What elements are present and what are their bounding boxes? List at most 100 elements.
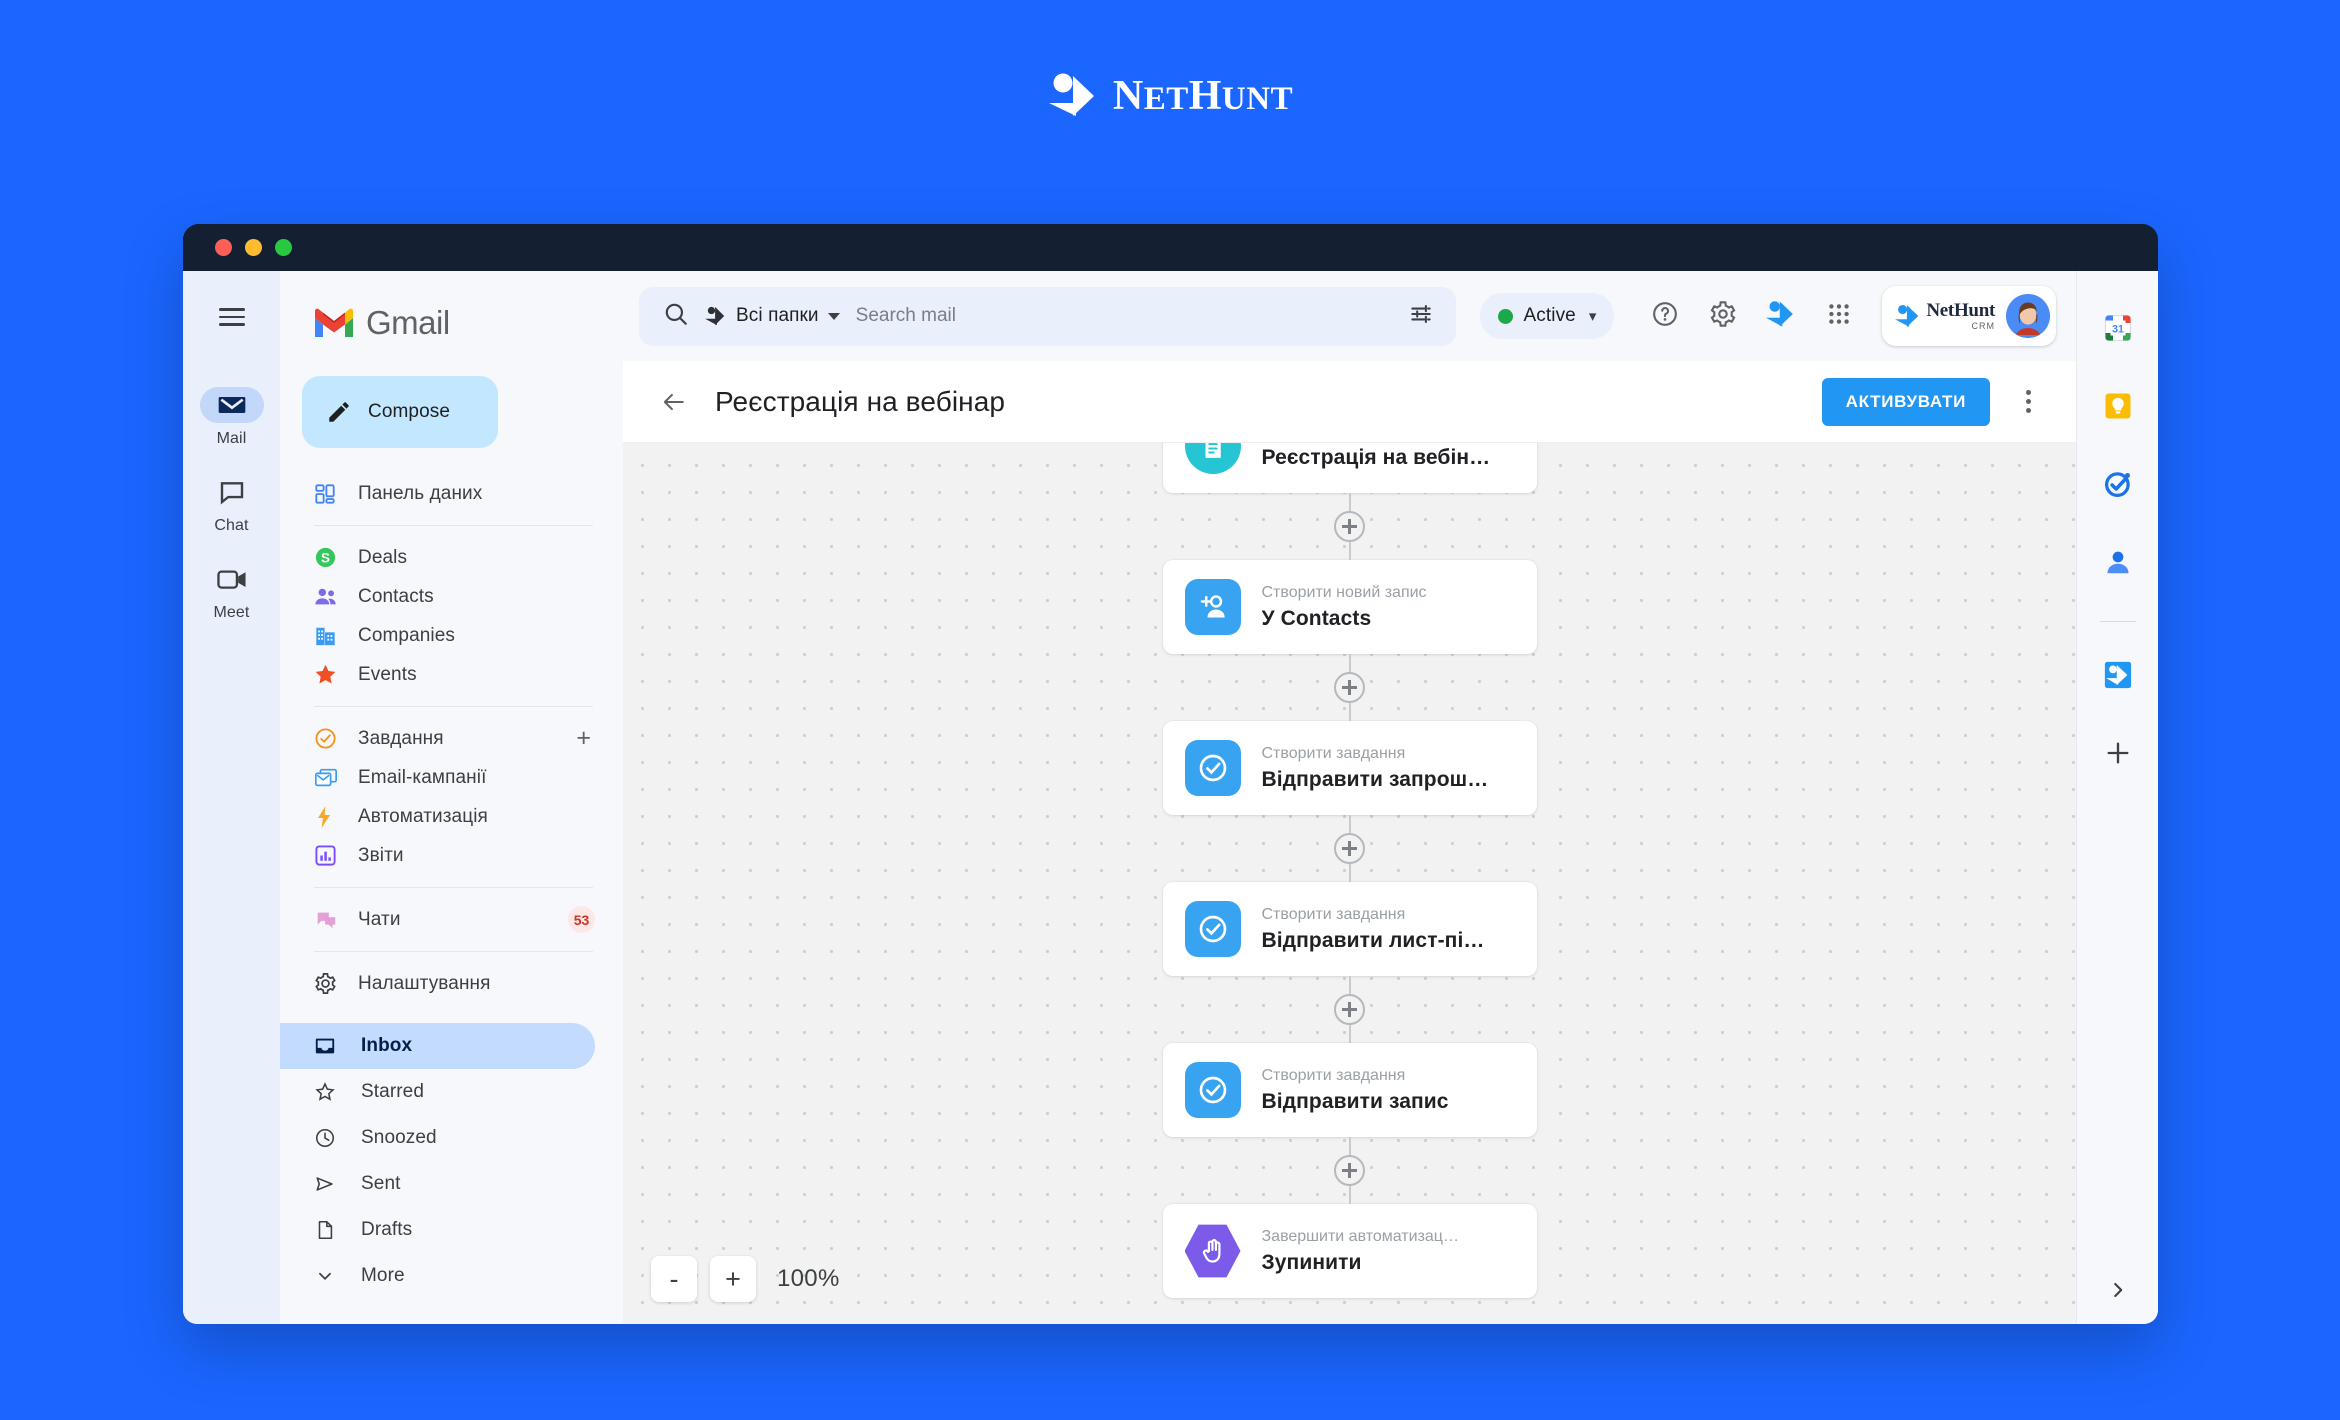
add-step-button[interactable] xyxy=(1334,833,1365,864)
zoom-out-button[interactable]: - xyxy=(651,1256,697,1302)
sidebar-label-tasks: Завдання xyxy=(358,727,444,749)
account-brand-sub: CRM xyxy=(1971,321,1995,331)
sidebar-item-email-campaigns[interactable]: Email-кампанії xyxy=(280,758,607,797)
sidebar-item-settings[interactable]: Налаштування xyxy=(280,964,607,1003)
task-check-icon xyxy=(1184,740,1241,796)
sidebar-item-companies[interactable]: Companies xyxy=(280,616,607,655)
add-step-button[interactable] xyxy=(1334,1155,1365,1186)
minimize-window-button[interactable] xyxy=(245,239,262,256)
google-calendar-icon[interactable]: 31 xyxy=(2091,301,2145,355)
sidebar-item-tasks[interactable]: Завдання + xyxy=(280,719,607,758)
activate-button[interactable]: АКТИВУВАТИ xyxy=(1821,377,1990,426)
sidebar-item-dashboard[interactable]: Панель даних xyxy=(280,474,607,513)
brand-wordmark: NETHUNT xyxy=(1112,73,1294,119)
gmail-app: Mail Chat Meet Gmail Compose Панель дани… xyxy=(183,271,2158,1324)
chat-icon xyxy=(200,474,264,510)
nethunt-crm-logo: NetHunt CRM xyxy=(1895,301,1995,331)
close-window-button[interactable] xyxy=(215,239,232,256)
add-step-button[interactable] xyxy=(1334,672,1365,703)
google-addon-rail: 31 xyxy=(2076,271,2158,1324)
flow-connector xyxy=(1163,976,1537,1043)
svg-text:S: S xyxy=(321,550,330,565)
sidebar-label-starred: Starred xyxy=(361,1081,425,1102)
flow-node[interactable]: Створити завдання Відправити лист-пі… xyxy=(1162,882,1537,976)
sidebar-item-more[interactable]: More xyxy=(280,1253,595,1299)
sidebar-label-deals: Deals xyxy=(358,546,408,568)
zoom-in-button[interactable]: + xyxy=(710,1256,756,1302)
sidebar-item-chats[interactable]: Чати 53 xyxy=(280,900,607,939)
sidebar-item-reports[interactable]: Звіти xyxy=(280,836,607,875)
sidebar-item-automation[interactable]: Автоматизація xyxy=(280,797,607,836)
rail-item-mail[interactable]: Mail xyxy=(193,387,271,448)
rail-label-meet: Meet xyxy=(213,604,250,621)
search-input[interactable] xyxy=(855,305,1392,327)
add-task-button[interactable]: + xyxy=(576,726,591,751)
svg-text:31: 31 xyxy=(2112,324,2124,336)
gmail-logo[interactable]: Gmail xyxy=(280,293,623,353)
sidebar-item-events[interactable]: Events xyxy=(280,655,607,694)
google-tasks-icon[interactable] xyxy=(2091,457,2145,511)
gmail-m-icon xyxy=(315,308,353,337)
sidebar-label-dashboard: Панель даних xyxy=(358,482,483,504)
flow-node[interactable]: Створити завдання Відправити запрош… xyxy=(1162,721,1537,815)
flow-node[interactable]: Створити новий запис У Contacts xyxy=(1162,560,1537,654)
help-button[interactable] xyxy=(1636,287,1694,345)
sidebar-item-starred[interactable]: Starred xyxy=(280,1069,595,1115)
sidebar-label-events: Events xyxy=(358,663,417,685)
rail-item-chat[interactable]: Chat xyxy=(193,474,271,535)
add-step-button[interactable] xyxy=(1334,994,1365,1025)
sidebar-item-snoozed[interactable]: Snoozed xyxy=(280,1115,595,1161)
avatar[interactable] xyxy=(2006,294,2050,338)
automation-canvas[interactable]: Заповнена веб-форма Реєстрація на вебін… xyxy=(623,443,2076,1324)
sidebar-label-inbox: Inbox xyxy=(361,1035,413,1056)
flow-node[interactable]: Завершити автоматизац… Зупинити xyxy=(1162,1204,1537,1298)
zoom-level-label: 100% xyxy=(777,1265,840,1292)
status-badge[interactable]: Active ▾ xyxy=(1479,293,1615,339)
nethunt-sidebar-section: Панель даних S Deals Contacts Companies … xyxy=(280,474,623,1003)
nethunt-button[interactable] xyxy=(1752,287,1810,345)
flow-node[interactable]: Заповнена веб-форма Реєстрація на вебін… xyxy=(1162,443,1537,493)
zoom-controls: - + 100% xyxy=(651,1256,840,1302)
sidebar-item-deals[interactable]: S Deals xyxy=(280,538,607,577)
sidebar-item-drafts[interactable]: Drafts xyxy=(280,1207,595,1253)
mail-icon xyxy=(199,387,264,423)
account-chip[interactable]: NetHunt CRM xyxy=(1882,286,2056,346)
account-brand: NetHunt xyxy=(1926,300,1995,321)
star-outline-icon xyxy=(314,1081,340,1103)
back-arrow-icon[interactable] xyxy=(653,382,693,422)
search-bar[interactable]: Всі папки xyxy=(639,286,1456,346)
sidebar-item-inbox[interactable]: Inbox xyxy=(280,1023,595,1069)
sidebar-item-contacts[interactable]: Contacts xyxy=(280,577,607,616)
google-keep-icon[interactable] xyxy=(2091,379,2145,433)
maximize-window-button[interactable] xyxy=(275,239,292,256)
flow-node[interactable]: Створити завдання Відправити запис xyxy=(1162,1043,1537,1137)
rail-item-meet[interactable]: Meet xyxy=(193,561,271,622)
status-dot-icon xyxy=(1497,308,1513,324)
compose-label: Compose xyxy=(368,401,451,422)
compose-button[interactable]: Compose xyxy=(302,376,498,448)
google-contacts-icon[interactable] xyxy=(2091,535,2145,589)
nethunt-addon-icon[interactable] xyxy=(2091,648,2145,702)
add-step-button[interactable] xyxy=(1334,511,1365,542)
contacts-icon xyxy=(314,586,342,608)
flow-connector xyxy=(1163,815,1537,882)
dashboard-icon xyxy=(314,483,342,505)
hamburger-icon[interactable] xyxy=(210,295,254,339)
rail-divider xyxy=(2099,621,2136,622)
nethunt-icon xyxy=(1766,300,1796,333)
sidebar-label-email-campaigns: Email-кампанії xyxy=(358,766,487,788)
automation-flow: Заповнена веб-форма Реєстрація на вебін… xyxy=(1162,443,1537,1298)
settings-button[interactable] xyxy=(1694,287,1752,345)
browser-window: Mail Chat Meet Gmail Compose Панель дани… xyxy=(183,224,2158,1324)
task-check-icon xyxy=(1184,901,1241,957)
sidebar-item-sent[interactable]: Sent xyxy=(280,1161,595,1207)
add-addon-icon[interactable] xyxy=(2091,726,2145,780)
chevron-right-icon[interactable] xyxy=(2098,1270,2138,1310)
search-options-icon[interactable] xyxy=(1408,301,1434,332)
stop-hand-icon xyxy=(1184,1224,1241,1278)
kebab-menu-icon[interactable] xyxy=(2006,380,2050,424)
search-scope-selector[interactable]: Всі папки xyxy=(705,305,840,327)
apps-button[interactable] xyxy=(1810,287,1868,345)
deals-icon: S xyxy=(314,546,342,569)
inbox-icon xyxy=(314,1035,340,1057)
